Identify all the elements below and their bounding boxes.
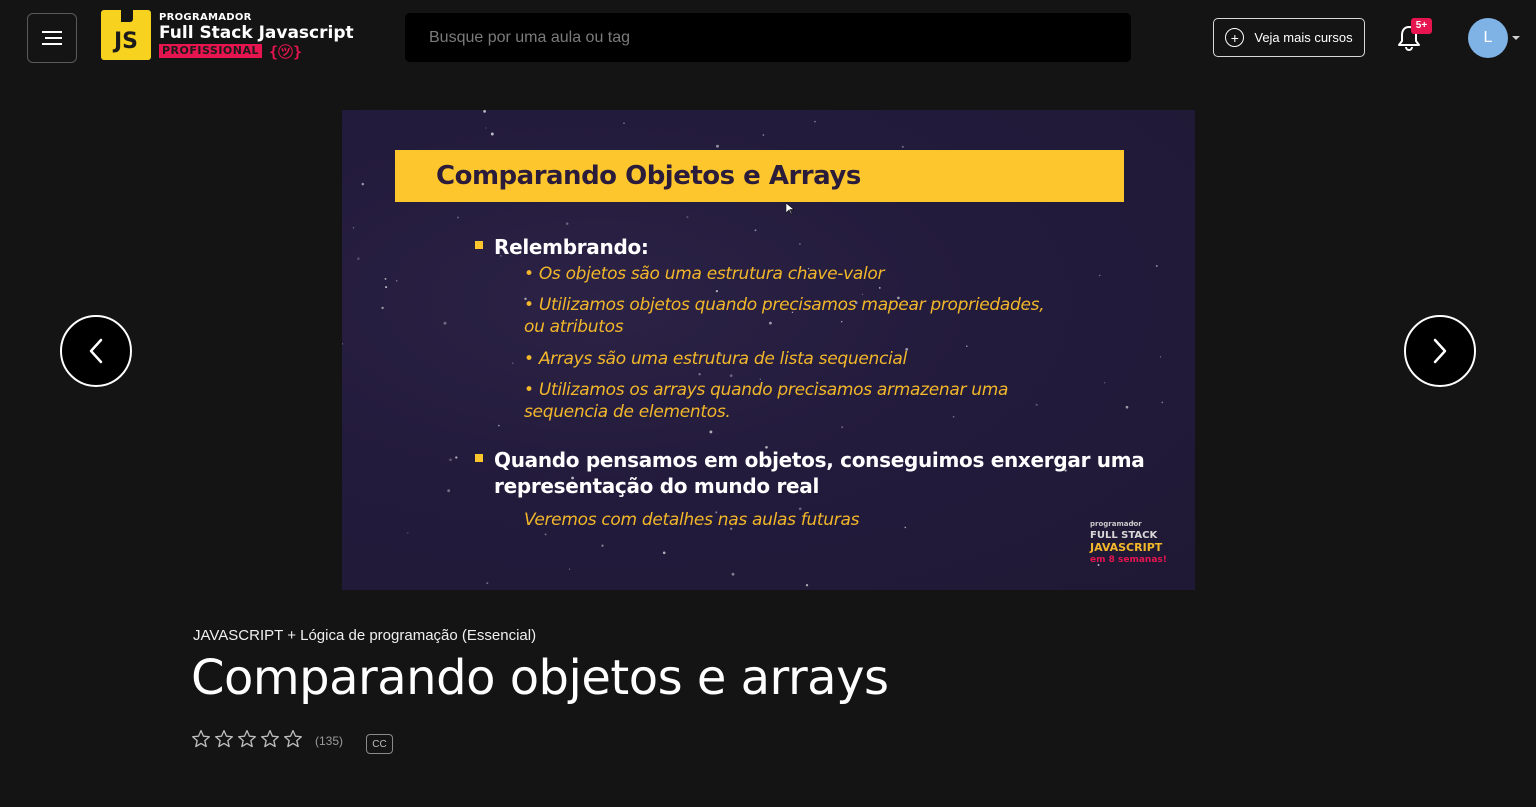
star-icon[interactable] [260, 729, 280, 749]
sub-item: ou atributos [524, 317, 624, 337]
avatar[interactable]: L [1468, 18, 1508, 58]
slide-title: Comparando Objetos e Arrays [436, 161, 861, 191]
closed-captions-button[interactable]: CC [366, 734, 393, 754]
star-icon[interactable] [237, 729, 257, 749]
site-logo[interactable]: JS PROGRAMADOR Full Stack Javascript PRO… [101, 10, 354, 62]
bullet-marker [475, 454, 483, 462]
menu-button[interactable] [27, 13, 77, 63]
star-icon[interactable] [214, 729, 234, 749]
next-lesson-button[interactable] [1404, 315, 1476, 387]
top-header: JS PROGRAMADOR Full Stack Javascript PRO… [0, 0, 1536, 76]
bullet-heading: representação do mundo real [494, 474, 820, 498]
bullet-heading: Relembrando: [494, 235, 649, 259]
star-rating[interactable] [191, 729, 303, 749]
search-input[interactable] [405, 13, 1131, 62]
sub-item: • Utilizamos objetos quando precisamos m… [524, 295, 1045, 315]
notification-badge: 5+ [1411, 18, 1432, 34]
caret-down-icon[interactable] [1512, 36, 1520, 40]
rating-count: (135) [315, 734, 344, 748]
previous-lesson-button[interactable] [60, 315, 132, 387]
sub-item: sequencia de elementos. [524, 402, 731, 422]
sub-item: Veremos com detalhes nas aulas futuras [524, 510, 860, 530]
logo-bottom-text: PROFISSIONAL [159, 44, 263, 58]
more-courses-label: Veja mais cursos [1254, 30, 1353, 45]
mouse-cursor-icon [786, 203, 794, 215]
hamburger-icon [42, 31, 62, 45]
star-icon[interactable] [283, 729, 303, 749]
video-player[interactable]: Comparando Objetos e Arrays Relembrando:… [342, 110, 1195, 590]
sub-item: • Arrays são uma estrutura de lista sequ… [524, 349, 907, 369]
slide-title-bar: Comparando Objetos e Arrays [395, 150, 1124, 202]
chevron-right-icon [1433, 338, 1447, 364]
sub-item: • Utilizamos os arrays quando precisamos… [524, 380, 1009, 400]
more-courses-button[interactable]: + Veja mais cursos [1213, 18, 1365, 57]
plus-circle-icon: + [1225, 28, 1245, 47]
slide-watermark: programador FULL STACK JAVASCRIPT em 8 s… [1090, 520, 1167, 565]
bullet-heading: Quando pensamos em objetos, conseguimos … [494, 448, 1145, 472]
logo-main-text: Full Stack Javascript [159, 23, 354, 43]
logo-brace: {㋡} [269, 43, 303, 61]
lesson-title: Comparando objetos e arrays [191, 650, 889, 706]
sub-item: • Os objetos são uma estrutura chave-val… [524, 264, 885, 284]
chevron-left-icon [89, 338, 103, 364]
course-name[interactable]: JAVASCRIPT + Lógica de programação (Esse… [193, 627, 536, 644]
bullet-marker [475, 241, 483, 249]
logo-top-text: PROGRAMADOR [159, 12, 252, 23]
star-icon[interactable] [191, 729, 211, 749]
